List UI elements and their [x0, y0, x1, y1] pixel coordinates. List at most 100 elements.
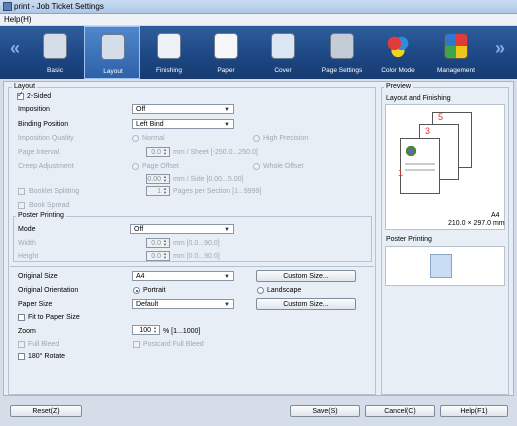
page-interval-value: 0.0: [151, 149, 161, 156]
spinner-icon[interactable]: ▲ ▼: [152, 326, 158, 334]
imposition-label: Imposition: [18, 106, 50, 113]
paper-size-select[interactable]: Default ▼: [132, 299, 234, 309]
tab-basic-label: Basic: [47, 67, 63, 74]
booklet-splitting-input[interactable]: 1 ▲ ▼: [146, 186, 170, 196]
page-offset-radio[interactable]: [132, 163, 139, 170]
scroll-right-arrow[interactable]: »: [495, 38, 505, 59]
preview-paper-dims: 210.0 × 297.0 mm: [448, 220, 505, 227]
tab-paper[interactable]: Paper: [198, 26, 254, 79]
portrait-radio[interactable]: [133, 287, 140, 294]
menu-help[interactable]: Help(H): [4, 15, 32, 24]
full-bleed-checkbox[interactable]: [18, 341, 25, 348]
poster-printing-title: Poster Printing: [16, 212, 66, 219]
tab-management[interactable]: Management: [428, 26, 484, 79]
quality-normal-radio[interactable]: [132, 135, 139, 142]
tab-finishing-label: Finishing: [155, 67, 182, 74]
binding-position-value: Left Bind: [136, 121, 164, 128]
poster-mode-label: Mode: [18, 226, 36, 233]
paper-size-label: Paper Size: [18, 301, 53, 308]
window-title: print - Job Ticket Settings: [14, 2, 104, 11]
divider: [10, 266, 374, 267]
poster-height-input[interactable]: 0.0 ▲ ▼: [146, 251, 170, 261]
landscape-label: Landscape: [267, 287, 302, 294]
spinner-icon[interactable]: ▲ ▼: [162, 239, 168, 247]
book-spread-checkbox[interactable]: [18, 202, 25, 209]
poster-preview-page: [430, 254, 452, 278]
tab-page-settings[interactable]: Page Settings: [314, 26, 370, 79]
reset-button[interactable]: Reset(Z): [10, 405, 82, 417]
spinner-icon[interactable]: ▲ ▼: [162, 252, 168, 260]
zoom-label: Zoom: [18, 328, 36, 335]
booklet-splitting-label: Booklet Splitting: [29, 188, 80, 195]
spinner-icon[interactable]: ▲ ▼: [162, 148, 168, 156]
landscape-radio[interactable]: [257, 287, 264, 294]
imposition-select[interactable]: Off ▼: [132, 104, 234, 114]
rotate-label: 180° Rotate: [28, 353, 66, 360]
zoom-input[interactable]: 100 ▲ ▼: [132, 325, 160, 335]
page-interval-unit: mm / Sheet [-250.0...250.0]: [173, 149, 258, 156]
original-size-label: Original Size: [18, 273, 58, 280]
preview-group-title: Preview: [384, 83, 413, 90]
two-sided-label: 2-Sided: [27, 93, 52, 100]
save-button[interactable]: Save(S): [290, 405, 360, 417]
poster-width-input[interactable]: 0.0 ▲ ▼: [146, 238, 170, 248]
spinner-icon[interactable]: ▲ ▼: [162, 187, 168, 195]
poster-preview-title: Poster Printing: [386, 236, 432, 243]
booklet-splitting-value: 1: [157, 188, 161, 195]
quality-normal-label: Normal: [142, 135, 165, 142]
original-custom-size-button[interactable]: Custom Size...: [256, 270, 356, 282]
flower-icon: [405, 145, 417, 157]
binding-position-select[interactable]: Left Bind ▼: [132, 119, 234, 129]
binding-position-label: Binding Position: [18, 121, 69, 128]
preview-paper-size: A4: [491, 212, 500, 219]
page-interval-input[interactable]: 0.0 ▲ ▼: [146, 147, 170, 157]
tab-finishing[interactable]: Finishing: [141, 26, 197, 79]
tab-cover[interactable]: Cover: [255, 26, 311, 79]
original-size-value: A4: [136, 273, 145, 280]
tab-cover-label: Cover: [274, 67, 292, 74]
help-button[interactable]: Help(F1): [440, 405, 508, 417]
booklet-splitting-unit: Pages per Section [1...9999]: [173, 188, 262, 195]
chevron-down-icon: ▼: [224, 122, 230, 128]
imposition-value: Off: [136, 106, 146, 113]
paper-icon: [214, 33, 238, 59]
tab-layout[interactable]: Layout: [84, 26, 140, 79]
creep-adjustment-label: Creep Adjustment: [18, 163, 74, 170]
finishing-icon: [157, 33, 181, 59]
original-orientation-label: Original Orientation: [18, 287, 79, 294]
spinner-icon[interactable]: ▲ ▼: [162, 175, 168, 183]
original-size-select[interactable]: A4 ▼: [132, 271, 234, 281]
creep-value-input[interactable]: 0.00 ▲ ▼: [146, 174, 170, 184]
creep-unit: mm / Side [0.00...5.00]: [173, 176, 244, 183]
paper-custom-size-button[interactable]: Custom Size...: [256, 298, 356, 310]
cancel-button[interactable]: Cancel(C): [365, 405, 435, 417]
quality-high-radio[interactable]: [253, 135, 260, 142]
tab-paper-label: Paper: [217, 67, 235, 74]
scroll-left-arrow[interactable]: «: [10, 38, 20, 59]
postcard-full-bleed-checkbox[interactable]: [133, 341, 140, 348]
chevron-down-icon: ▼: [224, 274, 230, 280]
layout-group-title: Layout: [12, 83, 38, 90]
tab-basic[interactable]: Basic: [27, 26, 83, 79]
whole-offset-radio[interactable]: [253, 163, 260, 170]
tab-color-mode[interactable]: Color Mode: [370, 26, 426, 79]
layout-finishing-title: Layout and Finishing: [386, 95, 451, 102]
page-number-5: 5: [438, 112, 444, 122]
tab-management-label: Management: [437, 67, 475, 74]
rotate-checkbox[interactable]: [18, 353, 25, 360]
fit-to-paper-checkbox[interactable]: [18, 314, 25, 321]
poster-height-label: Height: [18, 253, 39, 260]
booklet-splitting-checkbox[interactable]: [18, 188, 25, 195]
poster-width-label: Width: [18, 240, 36, 247]
layout-icon: [101, 34, 125, 60]
poster-width-value: 0.0: [151, 240, 161, 247]
postcard-full-bleed-label: Postcard Full Bleed: [143, 341, 204, 348]
page-interval-label: Page Interval: [18, 149, 60, 156]
zoom-unit: % [1...1000]: [163, 328, 201, 335]
page-offset-label: Page Offset: [142, 163, 179, 170]
imposition-quality-label: Imposition Quality: [18, 135, 74, 142]
chevron-down-icon: ▼: [224, 227, 230, 233]
poster-mode-select[interactable]: Off ▼: [130, 224, 234, 234]
management-icon: [444, 33, 468, 59]
full-bleed-label: Full Bleed: [28, 341, 60, 348]
